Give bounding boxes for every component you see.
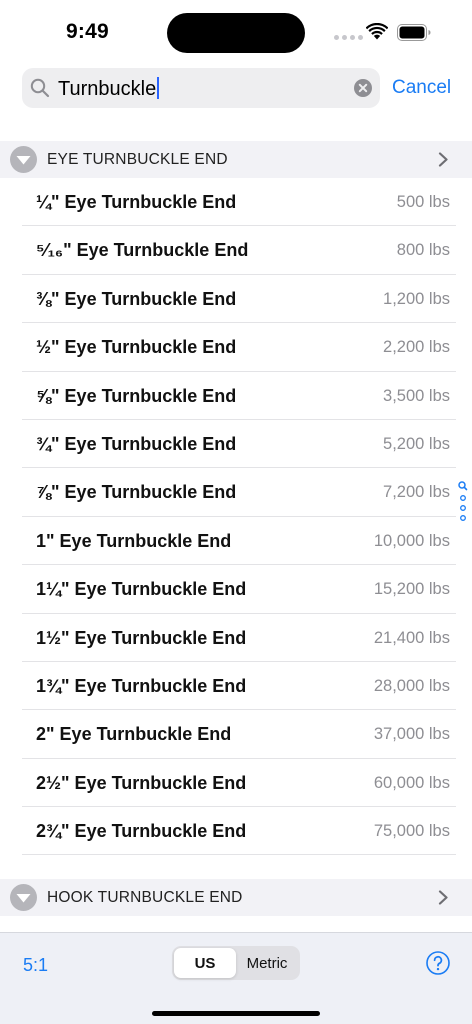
list-item[interactable]: 1½" Eye Turnbuckle End 21,400 lbs — [0, 614, 472, 662]
dynamic-island — [167, 13, 305, 53]
item-name: ¼" Eye Turnbuckle End — [36, 192, 237, 212]
section-header-eye-turnbuckle-end[interactable]: EYE TURNBUCKLE END — [0, 141, 472, 178]
item-name: 1¼" Eye Turnbuckle End — [36, 579, 247, 600]
list-item[interactable]: ⅜" Eye Turnbuckle End 1,200 lbs — [0, 275, 472, 324]
item-value: 1,200 lbs — [383, 289, 450, 308]
item-name: ½" Eye Turnbuckle End — [36, 337, 237, 358]
list-item[interactable]: 1¾" Eye Turnbuckle End 28,000 lbs — [0, 662, 472, 711]
item-name: ¾" Eye Turnbuckle End — [36, 433, 237, 454]
cancel-button[interactable]: Cancel — [392, 77, 451, 99]
item-value: 7,200 lbs — [383, 483, 450, 502]
item-name: ⁵⁄₁₆" Eye Turnbuckle End — [36, 240, 249, 261]
item-value: 15,200 lbs — [373, 580, 450, 599]
status-bar: 9:49 — [0, 0, 472, 62]
row-divider — [22, 854, 456, 856]
chevron-right-icon[interactable] — [437, 152, 449, 167]
section-title: HOOK TURNBUCKLE END — [47, 889, 243, 906]
unit-segment-us[interactable]: US — [174, 948, 236, 978]
list-item[interactable]: ¼" Eye Turnbuckle End 500 lbs — [0, 178, 472, 227]
clear-icon[interactable] — [354, 79, 372, 97]
list-item[interactable]: ⅝" Eye Turnbuckle End 3,500 lbs — [0, 372, 472, 420]
wifi-icon — [366, 23, 388, 40]
search-icon — [30, 78, 50, 98]
item-name: 1" Eye Turnbuckle End — [36, 530, 232, 551]
section-title: EYE TURNBUCKLE END — [47, 151, 228, 168]
list-item[interactable]: ¾" Eye Turnbuckle End 5,200 lbs — [0, 420, 472, 469]
item-name: 2½" Eye Turnbuckle End — [36, 772, 247, 793]
item-name: 1¾" Eye Turnbuckle End — [36, 675, 247, 696]
list-item[interactable]: ⅞" Eye Turnbuckle End 7,200 lbs — [0, 468, 472, 517]
chevron-down-circle-icon[interactable] — [10, 884, 37, 911]
eye-turnbuckle-end-list: ¼" Eye Turnbuckle End 500 lbs ⁵⁄₁₆" Eye T… — [0, 178, 472, 856]
question-circle-icon[interactable] — [426, 951, 450, 975]
item-value: 3,500 lbs — [383, 386, 450, 405]
item-value: 5,200 lbs — [383, 434, 450, 453]
item-name: ⅞" Eye Turnbuckle End — [36, 482, 237, 503]
list-item[interactable]: ⁵⁄₁₆" Eye Turnbuckle End 800 lbs — [0, 226, 472, 275]
item-name: 2" Eye Turnbuckle End — [36, 724, 232, 745]
item-value: 2,200 lbs — [383, 338, 450, 357]
item-value: 37,000 lbs — [373, 725, 450, 744]
item-name: 2¾" Eye Turnbuckle End — [36, 821, 247, 842]
item-value: 75,000 lbs — [373, 822, 450, 841]
item-name: ⅝" Eye Turnbuckle End — [36, 385, 237, 406]
safety-ratio-button[interactable]: 5:1 — [23, 955, 48, 976]
status-time: 9:49 — [66, 20, 109, 43]
list-item[interactable]: 2" Eye Turnbuckle End 37,000 lbs — [0, 710, 472, 759]
item-name: 1½" Eye Turnbuckle End — [36, 627, 247, 648]
search-field[interactable]: Turnbuckle — [22, 68, 380, 108]
list-item[interactable]: 1" Eye Turnbuckle End 10,000 lbs — [0, 517, 472, 566]
cellular-signal-icon — [334, 35, 363, 40]
chevron-down-circle-icon[interactable] — [10, 146, 37, 173]
item-value: 21,400 lbs — [373, 628, 450, 647]
unit-segmented-control: US Metric — [172, 946, 300, 980]
chevron-right-icon[interactable] — [437, 890, 449, 905]
bottom-toolbar: 5:1 US Metric — [0, 932, 472, 1024]
item-value: 28,000 lbs — [373, 676, 450, 695]
item-value: 800 lbs — [396, 241, 450, 260]
section-header-hook-turnbuckle-end[interactable]: HOOK TURNBUCKLE END — [0, 879, 472, 916]
text-caret — [157, 77, 160, 99]
search-input[interactable]: Turnbuckle — [58, 77, 160, 101]
list-item[interactable]: 1¼" Eye Turnbuckle End 15,200 lbs — [0, 565, 472, 614]
home-indicator — [152, 1011, 320, 1016]
section-index-scrubber[interactable] — [457, 481, 469, 523]
list-item[interactable]: ½" Eye Turnbuckle End 2,200 lbs — [0, 323, 472, 372]
item-name: ⅜" Eye Turnbuckle End — [36, 288, 237, 309]
battery-icon — [397, 24, 431, 41]
unit-segment-metric[interactable]: Metric — [236, 948, 298, 978]
list-item[interactable]: 2½" Eye Turnbuckle End 60,000 lbs — [0, 759, 472, 808]
item-value: 60,000 lbs — [373, 773, 450, 792]
list-item[interactable]: 2¾" Eye Turnbuckle End 75,000 lbs — [0, 807, 472, 856]
item-value: 10,000 lbs — [373, 531, 450, 550]
item-value: 500 lbs — [396, 193, 450, 211]
